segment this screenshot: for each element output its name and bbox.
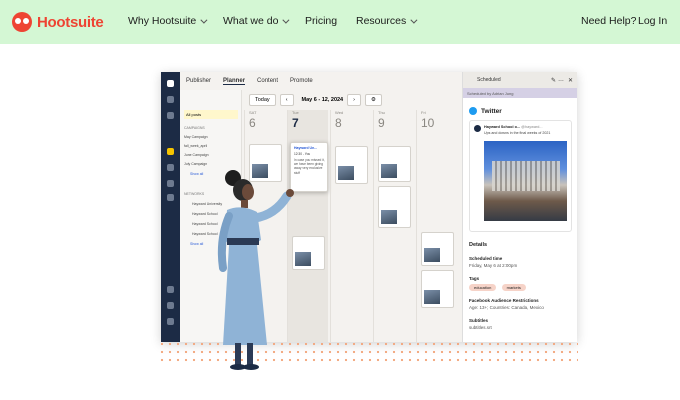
planner-toolbar: Today ‹ May 6 - 12, 2024 › ⚙ xyxy=(249,94,386,106)
need-help-link[interactable]: Need Help? xyxy=(581,15,636,27)
day-number: 9 xyxy=(378,116,385,130)
tab-promote[interactable]: Promote xyxy=(290,78,313,84)
tweet-account: Hayward School o... @hayward... xyxy=(484,125,543,129)
all-posts-item[interactable]: All posts xyxy=(184,110,238,119)
apps-icon xyxy=(167,286,174,293)
chevron-down-icon xyxy=(282,16,290,24)
day-column: Thu 9 xyxy=(373,110,414,342)
brand-name: Hootsuite xyxy=(37,13,104,31)
next-week-button[interactable]: › xyxy=(347,94,361,106)
day-name: Fri xyxy=(421,110,426,115)
settings-gear-icon[interactable]: ⚙ xyxy=(364,94,382,106)
day-number: 7 xyxy=(292,116,299,130)
nav-label: Pricing xyxy=(305,15,338,27)
nav-label: Resources xyxy=(356,15,407,27)
restrictions-value: Age: 13+; Countries: Canada, Mexico xyxy=(469,305,544,310)
day-name: Wed xyxy=(335,110,344,115)
tag-chip[interactable]: education xyxy=(469,284,497,291)
nav-label: What we do xyxy=(223,15,279,27)
scheduled-by: Scheduled by Adrian Jung xyxy=(463,88,577,98)
tag-chip[interactable]: markets xyxy=(501,284,526,291)
compose-icon xyxy=(167,96,174,103)
campaign-item[interactable]: June Campaign xyxy=(184,153,209,157)
chevron-down-icon xyxy=(200,16,208,24)
details-header: Details xyxy=(469,242,488,248)
streams-icon xyxy=(167,112,174,119)
building-image-detail xyxy=(492,161,560,191)
more-icon[interactable]: … xyxy=(558,77,564,83)
app-tabs: Publisher Planner Content Promote xyxy=(180,72,460,90)
network-name: Twitter xyxy=(481,107,502,115)
twitter-icon xyxy=(469,107,477,115)
day-number: 8 xyxy=(335,116,342,130)
network-label: Twitter xyxy=(469,107,502,115)
subtitles-label: Subtitles xyxy=(469,318,489,323)
scheduled-time-value: Friday, May 6 at 2:00pm xyxy=(469,263,518,268)
app-left-rail xyxy=(161,72,180,342)
tab-planner[interactable]: Planner xyxy=(223,78,246,85)
analytics-icon xyxy=(167,180,174,187)
woman-illustration xyxy=(217,170,294,370)
avatar xyxy=(474,125,481,132)
tweet-text: Ups and downs in the final weeks of 2021 xyxy=(484,131,551,135)
app-logo-icon xyxy=(167,80,174,87)
nav-label: Why Hootsuite xyxy=(128,15,197,27)
day-name: SAT xyxy=(249,110,257,115)
day-number: 10 xyxy=(421,116,435,130)
owl-icon xyxy=(12,12,32,32)
restrictions-label: Facebook Audience Restrictions xyxy=(469,298,539,303)
prev-week-button[interactable]: ‹ xyxy=(279,94,294,106)
day-name: Tue xyxy=(292,110,299,115)
tags-list: education markets xyxy=(469,284,530,291)
planner-icon xyxy=(167,148,174,155)
campaigns-header: CAMPAIGNS xyxy=(184,126,205,130)
day-number: 6 xyxy=(249,116,256,130)
subtitles-value: subtitles.srt xyxy=(469,325,492,330)
chevron-down-icon xyxy=(410,16,418,24)
nav-why-hootsuite[interactable]: Why Hootsuite xyxy=(128,15,208,27)
top-navigation: Hootsuite Why Hootsuite What we do Prici… xyxy=(0,0,680,44)
nav-pricing[interactable]: Pricing xyxy=(305,15,337,27)
post-account: Hayward Un... xyxy=(294,146,318,150)
today-button[interactable]: Today xyxy=(249,94,276,106)
login-link[interactable]: Log In xyxy=(638,15,667,27)
campaign-item[interactable]: May Campaign xyxy=(184,135,208,139)
date-range: May 6 - 12, 2024 xyxy=(301,97,344,103)
edit-icon[interactable]: ✎ xyxy=(551,77,556,84)
tab-publisher[interactable]: Publisher xyxy=(186,78,211,84)
ads-icon xyxy=(167,194,174,201)
panel-header: Scheduled ✎ … ✕ xyxy=(463,72,577,88)
post-time: 12:30 - You xyxy=(294,152,311,156)
bell-icon xyxy=(167,302,174,309)
nav-resources[interactable]: Resources xyxy=(356,15,418,27)
post-card[interactable] xyxy=(378,146,411,182)
post-preview-panel: Scheduled ✎ … ✕ Scheduled by Adrian Jung… xyxy=(462,72,577,342)
tags-label: Tags xyxy=(469,276,480,281)
day-name: Thu xyxy=(378,110,385,115)
inbox-icon xyxy=(167,164,174,171)
tab-content[interactable]: Content xyxy=(257,78,278,84)
day-column: Wed 8 xyxy=(330,110,371,342)
hootsuite-logo[interactable]: Hootsuite xyxy=(12,12,104,32)
panel-title: Scheduled xyxy=(477,77,501,83)
post-card[interactable] xyxy=(335,146,368,184)
close-icon[interactable]: ✕ xyxy=(568,77,573,84)
post-card[interactable] xyxy=(378,186,411,228)
post-card[interactable] xyxy=(421,270,454,308)
day-column: Fri 10 xyxy=(416,110,457,342)
nav-what-we-do[interactable]: What we do xyxy=(223,15,290,27)
post-card[interactable] xyxy=(421,232,454,266)
campaign-item[interactable]: fall_week_april xyxy=(184,144,207,148)
help-icon xyxy=(167,318,174,325)
scheduled-time-label: Scheduled time xyxy=(469,256,503,261)
tweet-preview: Hayward School o... @hayward... Ups and … xyxy=(469,120,572,232)
